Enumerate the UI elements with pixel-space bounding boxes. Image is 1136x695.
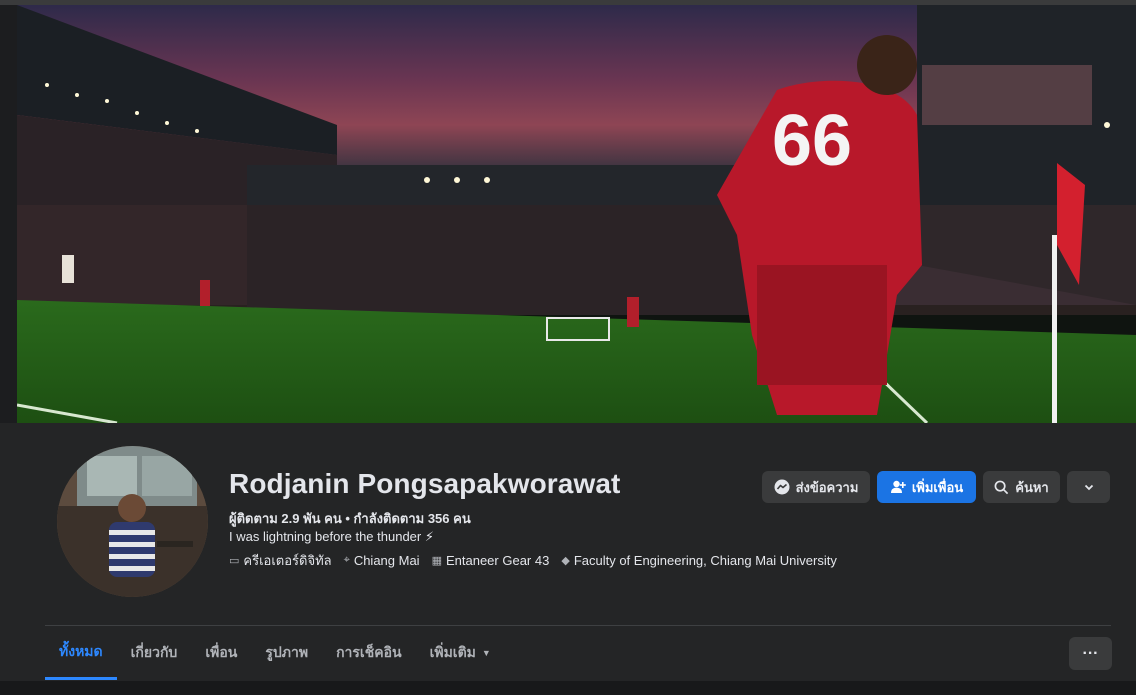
detail-education: ◆ Faculty of Engineering, Chiang Mai Uni… [561,553,836,568]
add-friend-label: เพิ่มเพื่อน [911,479,964,495]
cover-photo[interactable]: 66 [17,5,1136,423]
search-button[interactable]: ค้นหา [983,471,1060,503]
profile-details: ▭ ครีเอเตอร์ดิจิทัล ⌖ Chiang Mai ▦ Entan… [229,550,837,571]
follower-stats[interactable]: ผู้ติดตาม 2.9 พัน คน • กำลังติดตาม 356 ค… [229,508,471,529]
search-icon [994,480,1009,494]
detail-work-text: ครีเอเตอร์ดิจิทัล [243,553,332,568]
profile-dropdown-button[interactable] [1067,471,1110,503]
briefcase-icon: ▭ [229,555,240,567]
profile-tabs: ทั้งหมด เกี่ยวกับ เพื่อน รูปภาพ การเช็คอ… [45,626,505,680]
message-button[interactable]: ส่งข้อความ [762,471,870,503]
location-pin-icon: ⌖ [343,554,350,566]
chevron-down-icon [1084,484,1093,491]
tab-photos[interactable]: รูปภาพ [251,626,322,680]
detail-education-text: Faculty of Engineering, Chiang Mai Unive… [573,553,837,568]
caret-down-icon: ▼ [481,648,491,658]
detail-work: ▭ ครีเอเตอร์ดิจิทัล [229,550,332,571]
profile-name: Rodjanin Pongsapakworawat [229,468,621,499]
profile-bio: I was lightning before the thunder ⚡ [229,529,434,544]
tab-more-label: เพิ่มเติม [429,644,476,660]
detail-location: ⌖ Chiang Mai [344,553,420,568]
detail-group-text: Entaneer Gear 43 [445,553,550,568]
add-friend-button[interactable]: เพิ่มเพื่อน [877,471,976,503]
message-label: ส่งข้อความ [795,479,859,495]
tab-friends[interactable]: เพื่อน [191,626,251,680]
bottom-strip [0,681,1136,695]
tab-about[interactable]: เกี่ยวกับ [117,626,192,680]
tab-all[interactable]: ทั้งหมด [45,626,117,680]
detail-location-text: Chiang Mai [353,553,420,568]
jersey-number: 66 [772,101,852,181]
tab-more[interactable]: เพิ่มเติม ▼ [416,626,505,680]
messenger-icon [774,479,790,495]
detail-group: ▦ Entaneer Gear 43 [432,553,550,568]
more-options-button[interactable]: ··· [1069,637,1112,670]
add-friend-icon [890,480,906,493]
search-label: ค้นหา [1015,479,1049,495]
avatar[interactable] [57,446,208,597]
building-icon: ▦ [431,555,442,567]
tab-checkins[interactable]: การเช็คอิน [322,626,416,680]
graduation-cap-icon: ◆ [561,555,570,567]
